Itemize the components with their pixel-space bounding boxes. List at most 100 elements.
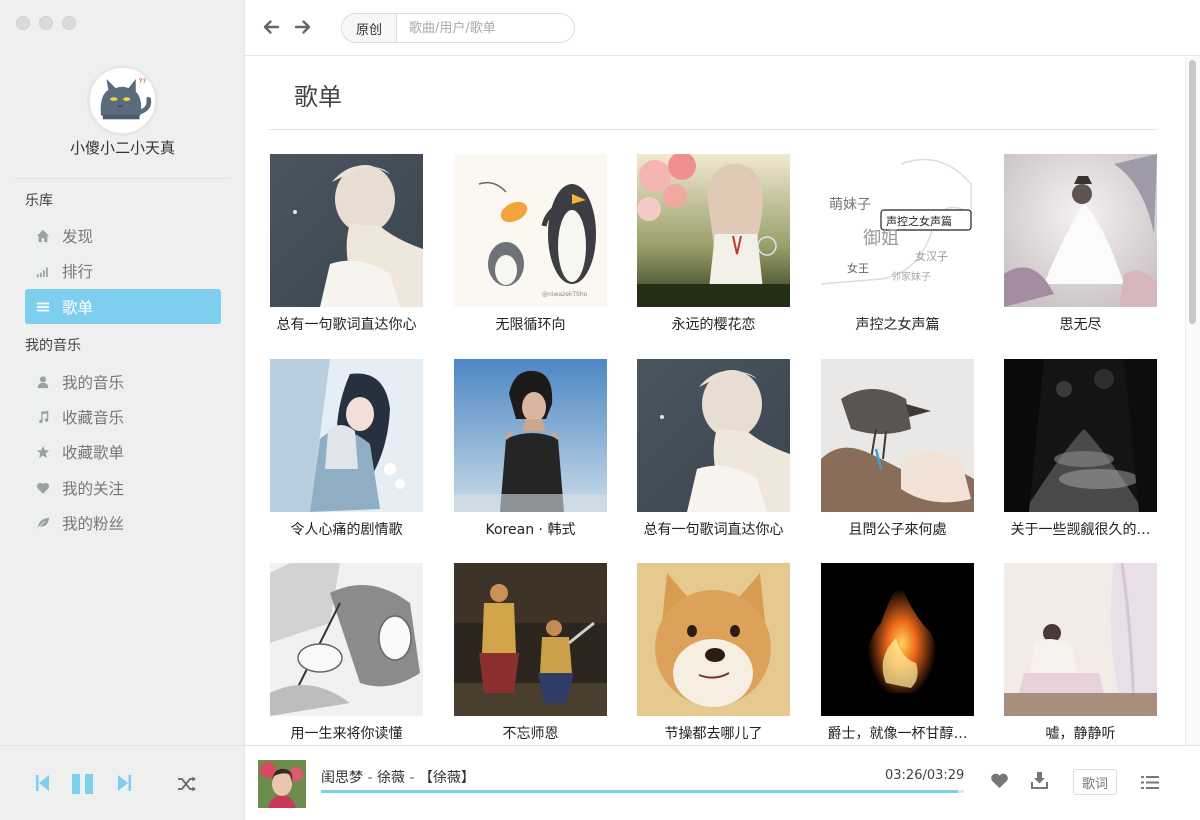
playlist-cover[interactable] xyxy=(637,359,790,512)
playlist-name: Korean · 韩式 xyxy=(485,522,576,538)
playlist-cover[interactable] xyxy=(454,359,607,512)
cover-word: 声控之女声篇 xyxy=(886,214,952,228)
cover-dark-forest-image xyxy=(1004,359,1157,512)
playlist-cover[interactable]: @niwazekTSho xyxy=(454,154,607,307)
progress-fill xyxy=(321,790,958,793)
heart-icon xyxy=(35,480,51,496)
playlist-cover[interactable] xyxy=(637,563,790,716)
playlist-cover[interactable] xyxy=(1004,563,1157,716)
playlist-card[interactable]: 爵士，就像一杯甘醇… xyxy=(821,563,974,743)
list-icon xyxy=(35,299,51,315)
sidebar-item-label: 歌单 xyxy=(62,298,94,317)
playlist-name: 关于一些觊觎很久的… xyxy=(1010,522,1151,538)
playlist-cover[interactable] xyxy=(821,359,974,512)
top-bar: 原创 xyxy=(245,0,1200,56)
playlist-card[interactable]: 且問公子來何處 xyxy=(821,359,974,539)
now-playing-cover[interactable] xyxy=(258,760,306,808)
playlist-cover[interactable] xyxy=(821,563,974,716)
playlist-name: 声控之女声篇 xyxy=(855,317,940,333)
playlist-card[interactable]: 关于一些觊觎很久的… xyxy=(1004,359,1157,539)
song-artist[interactable]: 徐薇 xyxy=(377,770,405,786)
playlist-name: 嘘，静静听 xyxy=(1045,726,1116,742)
playlist-cover[interactable] xyxy=(1004,154,1157,307)
playlist-card[interactable]: 嘘，静静听 xyxy=(1004,563,1157,743)
sidebar-item-following[interactable]: 我的关注 xyxy=(25,470,221,505)
playlist-card[interactable]: 不忘师恩 xyxy=(454,563,607,743)
content-scrollbar[interactable] xyxy=(1185,57,1200,745)
sidebar-item-favorite-music[interactable]: 收藏音乐 xyxy=(25,399,221,434)
cover-penguin-image: @niwazekTSho xyxy=(454,154,607,307)
playlist-cover[interactable] xyxy=(637,154,790,307)
cover-girl-window-image xyxy=(1004,563,1157,716)
page-title: 歌单 xyxy=(294,83,342,111)
cover-crow-illustration-image xyxy=(821,359,974,512)
sidebar-item-ranking[interactable]: 排行 xyxy=(25,253,221,288)
playlist-name: 令人心痛的剧情歌 xyxy=(290,522,403,538)
sidebar-item-favorite-playlists[interactable]: 收藏歌单 xyxy=(25,434,221,469)
playlist-card[interactable]: 令人心痛的剧情歌 xyxy=(270,359,423,539)
sidebar-item-playlists[interactable]: 歌单 xyxy=(25,289,221,324)
cover-word-cloud-image: 萌妹子 声控之女声篇 御姐 女汉子 女王 邻家妹子 xyxy=(821,154,974,307)
separator: - xyxy=(409,770,419,786)
playlist-cover[interactable] xyxy=(1004,359,1157,512)
song-title[interactable]: 闺思梦 xyxy=(321,770,363,786)
shuffle-icon[interactable] xyxy=(177,776,197,792)
sidebar-item-my-music[interactable]: 我的音乐 xyxy=(25,364,221,399)
pause-icon[interactable] xyxy=(72,774,94,794)
scrollbar-thumb[interactable] xyxy=(1189,60,1196,324)
star-icon xyxy=(35,444,51,460)
playlist-name: 永远的樱花恋 xyxy=(671,317,756,333)
heart-icon[interactable] xyxy=(990,772,1009,789)
playlist-card[interactable]: 总有一句歌词直达你心 xyxy=(270,154,423,334)
playlist-name: 且問公子來何處 xyxy=(848,522,947,538)
playlist-name: 总有一句歌词直达你心 xyxy=(643,522,784,538)
cover-violin-sketch-image xyxy=(270,563,423,716)
sidebar-item-label: 我的关注 xyxy=(62,479,125,498)
playlist-card[interactable]: 萌妹子 声控之女声篇 御姐 女汉子 女王 邻家妹子 声控之女声篇 xyxy=(821,154,974,334)
playlist-cover[interactable] xyxy=(454,563,607,716)
minimize-window-button[interactable] xyxy=(39,16,53,30)
cover-portrait-image xyxy=(637,359,790,512)
sidebar-item-discover[interactable]: 发现 xyxy=(25,218,221,253)
sidebar-item-label: 收藏歌单 xyxy=(62,443,125,462)
playlist-card[interactable]: Korean · 韩式 xyxy=(454,359,607,539)
playlist-card[interactable]: @niwazekTSho 无限循环向 xyxy=(454,154,607,334)
search-type-selector[interactable]: 原创 xyxy=(342,14,397,42)
sidebar-item-label: 我的粉丝 xyxy=(62,514,125,533)
playlist-cover[interactable] xyxy=(270,154,423,307)
playback-time: 03:26/03:29 xyxy=(885,768,965,783)
section-title-my-music: 我的音乐 xyxy=(25,338,81,354)
search-input[interactable] xyxy=(397,20,567,36)
playlist-name: 节操都去哪儿了 xyxy=(664,726,763,742)
maximize-window-button[interactable] xyxy=(62,16,76,30)
now-playing-info: 闺思梦 - 徐薇 - 【徐薇】 xyxy=(321,767,475,787)
playlist-card[interactable]: 永远的樱花恋 xyxy=(637,154,790,334)
next-track-icon[interactable] xyxy=(117,774,131,792)
back-arrow-icon[interactable] xyxy=(262,18,280,36)
music-note-icon xyxy=(35,409,51,425)
avatar[interactable]: ?? xyxy=(87,65,158,136)
cover-word: 女王 xyxy=(847,261,869,275)
playlist-card[interactable]: 总有一句歌词直达你心 xyxy=(637,359,790,539)
playlist-name: 思无尽 xyxy=(1059,317,1102,333)
main-content: 歌单 总有一句歌词直达你心 @niwazekTSho 无限循环向 永远的樱花恋 … xyxy=(245,57,1185,745)
download-icon[interactable] xyxy=(1031,771,1048,789)
playlist-card[interactable]: 思无尽 xyxy=(1004,154,1157,334)
sidebar: ?? 小傻小二小天真 乐库 发现 排行 歌单 我的音乐 我的音乐 收藏音乐 收藏… xyxy=(0,0,245,745)
user-icon xyxy=(35,374,51,390)
playlist-card[interactable]: 用一生来将你读懂 xyxy=(270,563,423,743)
forward-arrow-icon[interactable] xyxy=(294,18,312,36)
sidebar-item-fans[interactable]: 我的粉丝 xyxy=(25,505,221,540)
close-window-button[interactable] xyxy=(16,16,30,30)
playlist-name: 无限循环向 xyxy=(495,317,566,333)
playlist-card[interactable]: 节操都去哪儿了 xyxy=(637,563,790,743)
playlist-queue-icon[interactable] xyxy=(1141,775,1159,790)
playlist-cover[interactable] xyxy=(270,359,423,512)
playlist-cover[interactable] xyxy=(270,563,423,716)
progress-bar[interactable] xyxy=(321,790,964,793)
previous-track-icon[interactable] xyxy=(36,774,50,792)
lyrics-button[interactable]: 歌词 xyxy=(1073,769,1117,795)
song-album[interactable]: 【徐薇】 xyxy=(419,770,475,786)
playlist-cover[interactable]: 萌妹子 声控之女声篇 御姐 女汉子 女王 邻家妹子 xyxy=(821,154,974,307)
cover-game-warriors-image xyxy=(454,563,607,716)
